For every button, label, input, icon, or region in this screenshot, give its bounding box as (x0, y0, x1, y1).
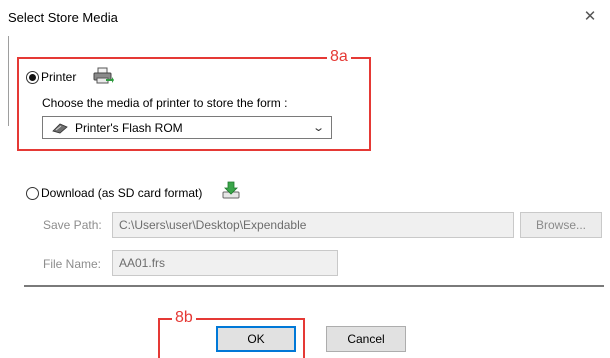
printer-radio[interactable] (26, 71, 39, 84)
left-border (8, 36, 9, 126)
window-title: Select Store Media (8, 10, 118, 25)
file-name-field[interactable]: AA01.frs (112, 250, 338, 276)
printer-media-select[interactable]: Printer's Flash ROM ⌄ (42, 116, 332, 139)
printer-icon (92, 66, 114, 86)
download-label[interactable]: Download (as SD card format) (41, 186, 202, 200)
chevron-down-icon[interactable]: ⌄ (312, 121, 325, 134)
printer-media-prompt: Choose the media of printer to store the… (42, 96, 288, 110)
save-path-field[interactable]: C:\Users\user\Desktop\Expendable (112, 212, 514, 238)
download-radio[interactable] (26, 187, 39, 200)
save-path-label: Save Path: (43, 218, 102, 232)
close-icon[interactable]: ✕ (580, 7, 600, 27)
select-store-media-dialog: Select Store Media ✕ 8a Printer Choose t… (0, 0, 610, 358)
flash-rom-icon (52, 122, 68, 134)
annotation-label-8b: 8b (172, 310, 196, 326)
browse-button[interactable]: Browse... (520, 212, 602, 238)
annotation-label-8a: 8a (327, 49, 351, 65)
file-name-label: File Name: (43, 257, 102, 271)
title-bar: Select Store Media ✕ (0, 0, 610, 36)
printer-label[interactable]: Printer (41, 70, 76, 84)
cancel-button[interactable]: Cancel (326, 326, 406, 352)
download-icon (220, 180, 242, 202)
ok-button[interactable]: OK (216, 326, 296, 352)
printer-media-value: Printer's Flash ROM (75, 121, 183, 135)
separator (24, 285, 604, 287)
